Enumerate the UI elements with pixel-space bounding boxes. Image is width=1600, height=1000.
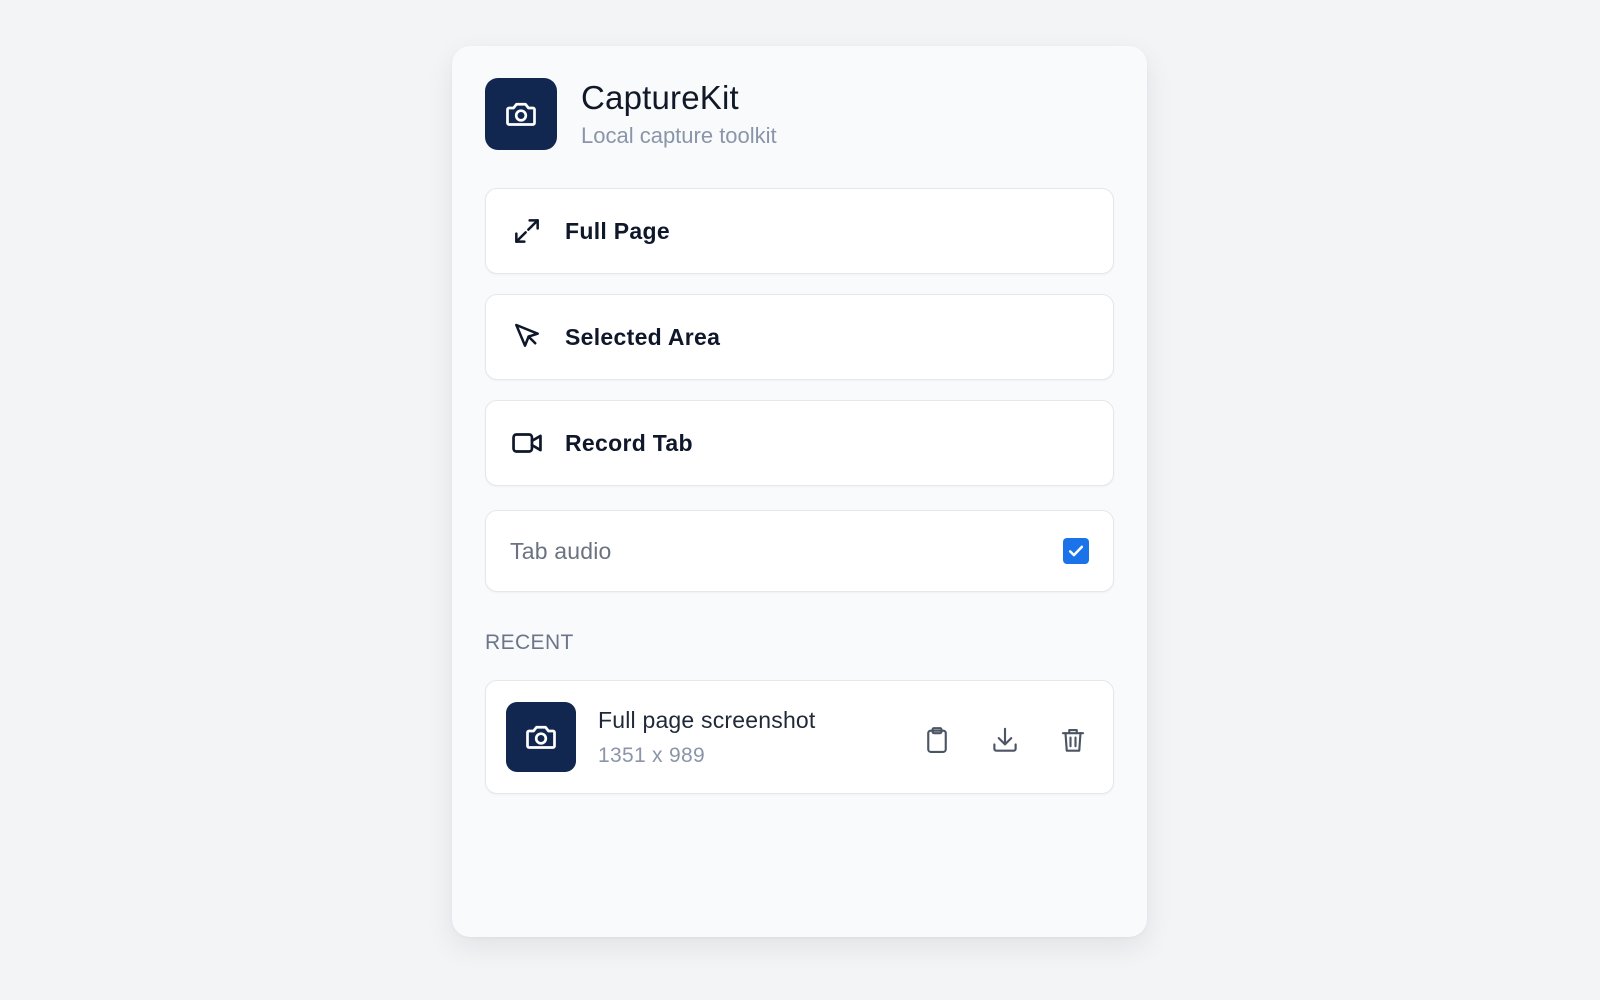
copy-button[interactable] (921, 724, 953, 756)
expand-arrows-icon (510, 214, 544, 248)
app-logo (485, 78, 557, 150)
download-button[interactable] (989, 724, 1021, 756)
clipboard-icon (927, 727, 947, 753)
header: CaptureKit Local capture toolkit (485, 77, 1114, 151)
full-page-label: Full Page (565, 217, 670, 244)
recent-item-name: Full page screenshot (598, 707, 816, 733)
recent-item-actions (921, 724, 1089, 756)
capturekit-popup: CaptureKit Local capture toolkit Full Pa… (452, 46, 1147, 937)
selected-area-label: Selected Area (565, 323, 721, 350)
recent-item-text: Full page screenshot 1351 x 989 (598, 706, 921, 768)
camera-icon (506, 102, 536, 126)
delete-button[interactable] (1057, 724, 1089, 756)
full-page-button[interactable]: Full Page (485, 188, 1114, 274)
record-tab-button[interactable]: Record Tab (485, 400, 1114, 486)
tab-audio-option[interactable]: Tab audio (485, 510, 1114, 592)
record-tab-label: Record Tab (565, 429, 693, 456)
checkmark-icon (1068, 545, 1084, 557)
recent-section-title: RECENT (485, 631, 574, 654)
cursor-pointer-icon (510, 320, 544, 354)
tab-audio-checkbox[interactable] (1063, 538, 1089, 564)
recent-item-thumbnail (506, 702, 576, 772)
tab-audio-label: Tab audio (510, 537, 612, 564)
app-title: CaptureKit (581, 79, 739, 116)
app-subtitle: Local capture toolkit (581, 123, 777, 148)
brand: CaptureKit Local capture toolkit (581, 79, 777, 149)
camera-icon (526, 725, 556, 749)
recent-item-dimensions: 1351 x 989 (598, 744, 705, 767)
trash-icon (1061, 728, 1085, 752)
download-icon (993, 727, 1017, 752)
selected-area-button[interactable]: Selected Area (485, 294, 1114, 380)
recent-item[interactable]: Full page screenshot 1351 x 989 (485, 680, 1114, 794)
video-camera-icon (510, 426, 544, 460)
